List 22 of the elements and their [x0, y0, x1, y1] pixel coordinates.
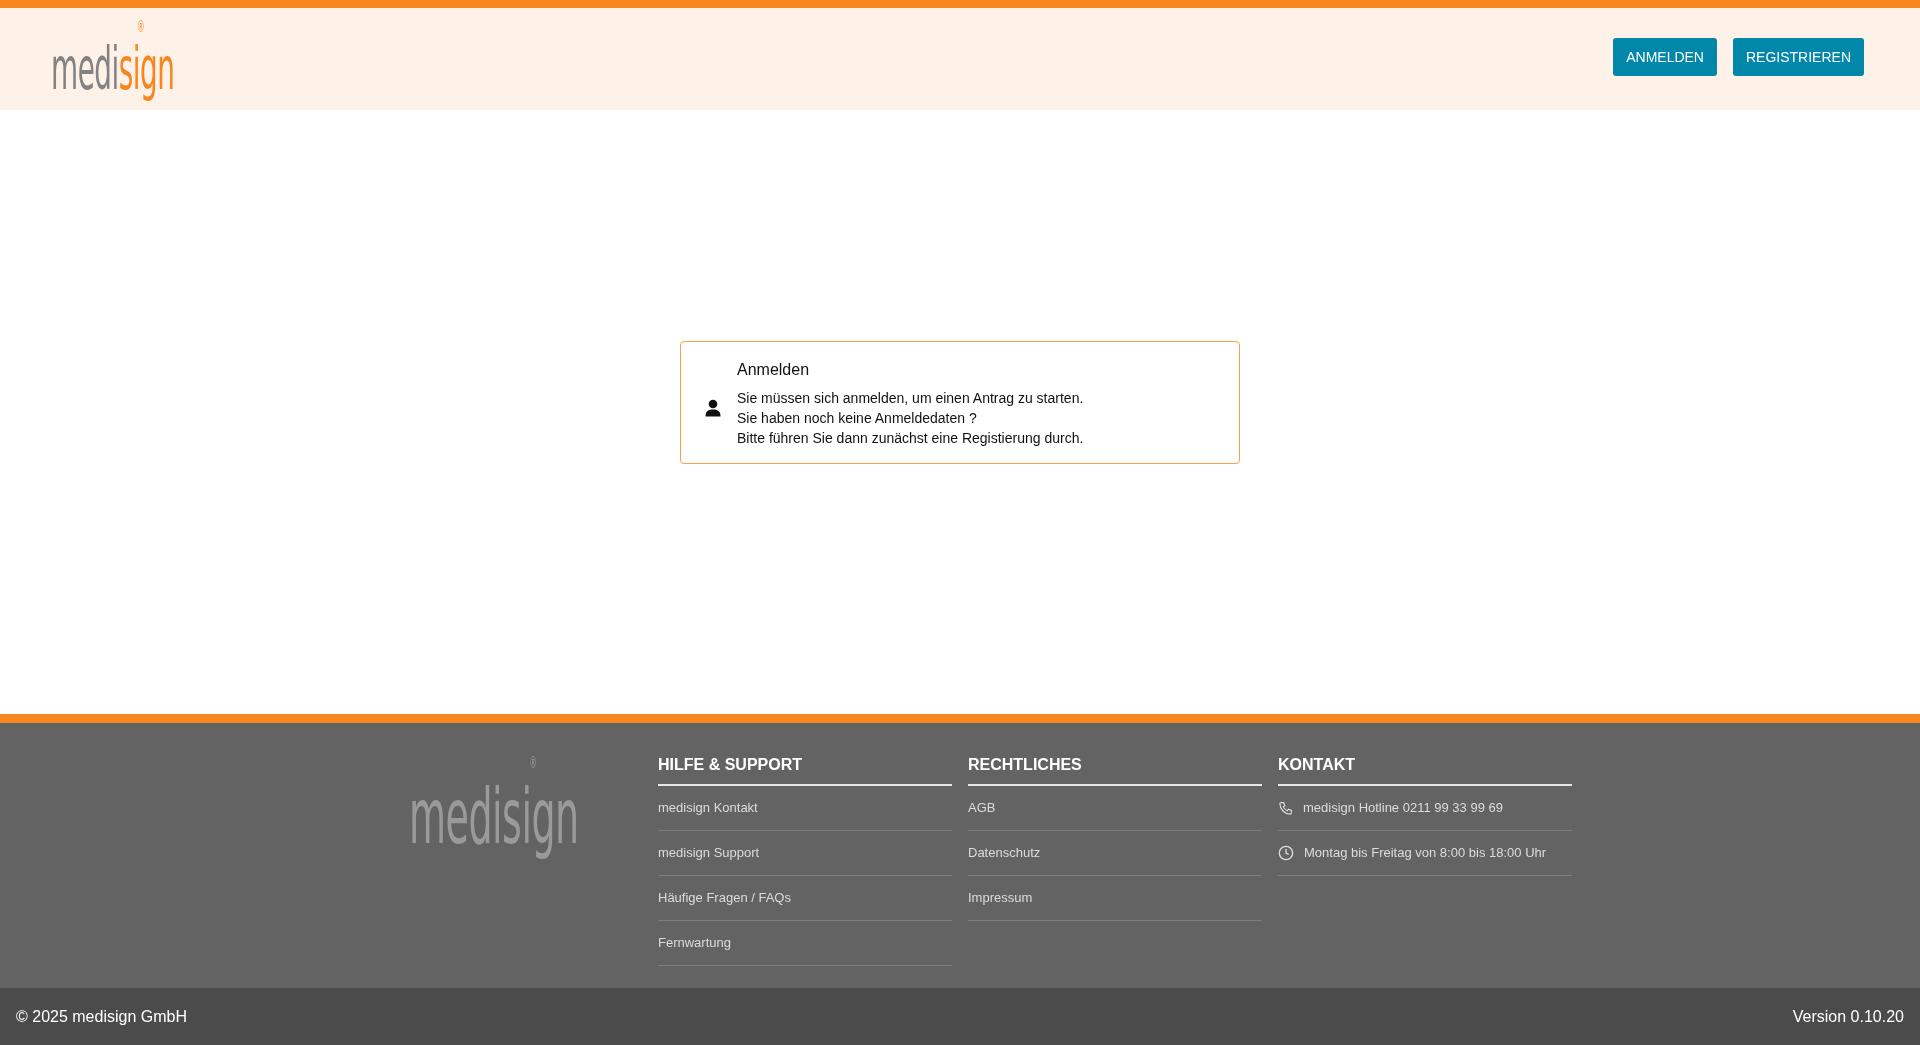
footer-link[interactable]: AGB: [968, 798, 996, 818]
copyright-text: © 2025 medisign GmbH: [16, 1006, 187, 1027]
footer-link[interactable]: Montag bis Freitag von 8:00 bis 18:00 Uhr: [1304, 843, 1547, 863]
notice-text: Sie müssen sich anmelden, um einen Antrag zu starten. Sie haben noch keine Anmeldedaten ? Bitte führen Sie dann zunächst eine Registierung durch.: [737, 388, 1084, 448]
logo[interactable]: medisign ®: [51, 19, 175, 106]
footer-link[interactable]: medisign Support: [658, 843, 760, 863]
header-button[interactable]: ANMELDEN: [1613, 38, 1717, 76]
clock-icon: [1278, 845, 1294, 861]
footer-link[interactable]: medisign Kontakt: [658, 798, 758, 818]
column-heading: HILFE & SUPPORT: [658, 755, 803, 775]
footer-link[interactable]: Impressum: [968, 888, 1033, 908]
notice-title: Anmelden: [737, 359, 811, 380]
footer-link[interactable]: medisign Hotline 0211 99 33 99 69: [1303, 798, 1503, 818]
column-heading: KONTAKT: [1278, 755, 1357, 775]
phone-icon: [1278, 800, 1293, 816]
footer-link[interactable]: Häufige Fragen / FAQs: [658, 888, 791, 908]
user-icon: [705, 398, 721, 417]
version-text: Version 0.10.20: [1792, 1006, 1904, 1027]
footer-link[interactable]: Datenschutz: [968, 843, 1041, 863]
header-button[interactable]: REGISTRIEREN: [1733, 38, 1864, 76]
footer-link[interactable]: Fernwartung: [658, 933, 731, 953]
column-heading: RECHTLICHES: [968, 755, 1083, 775]
